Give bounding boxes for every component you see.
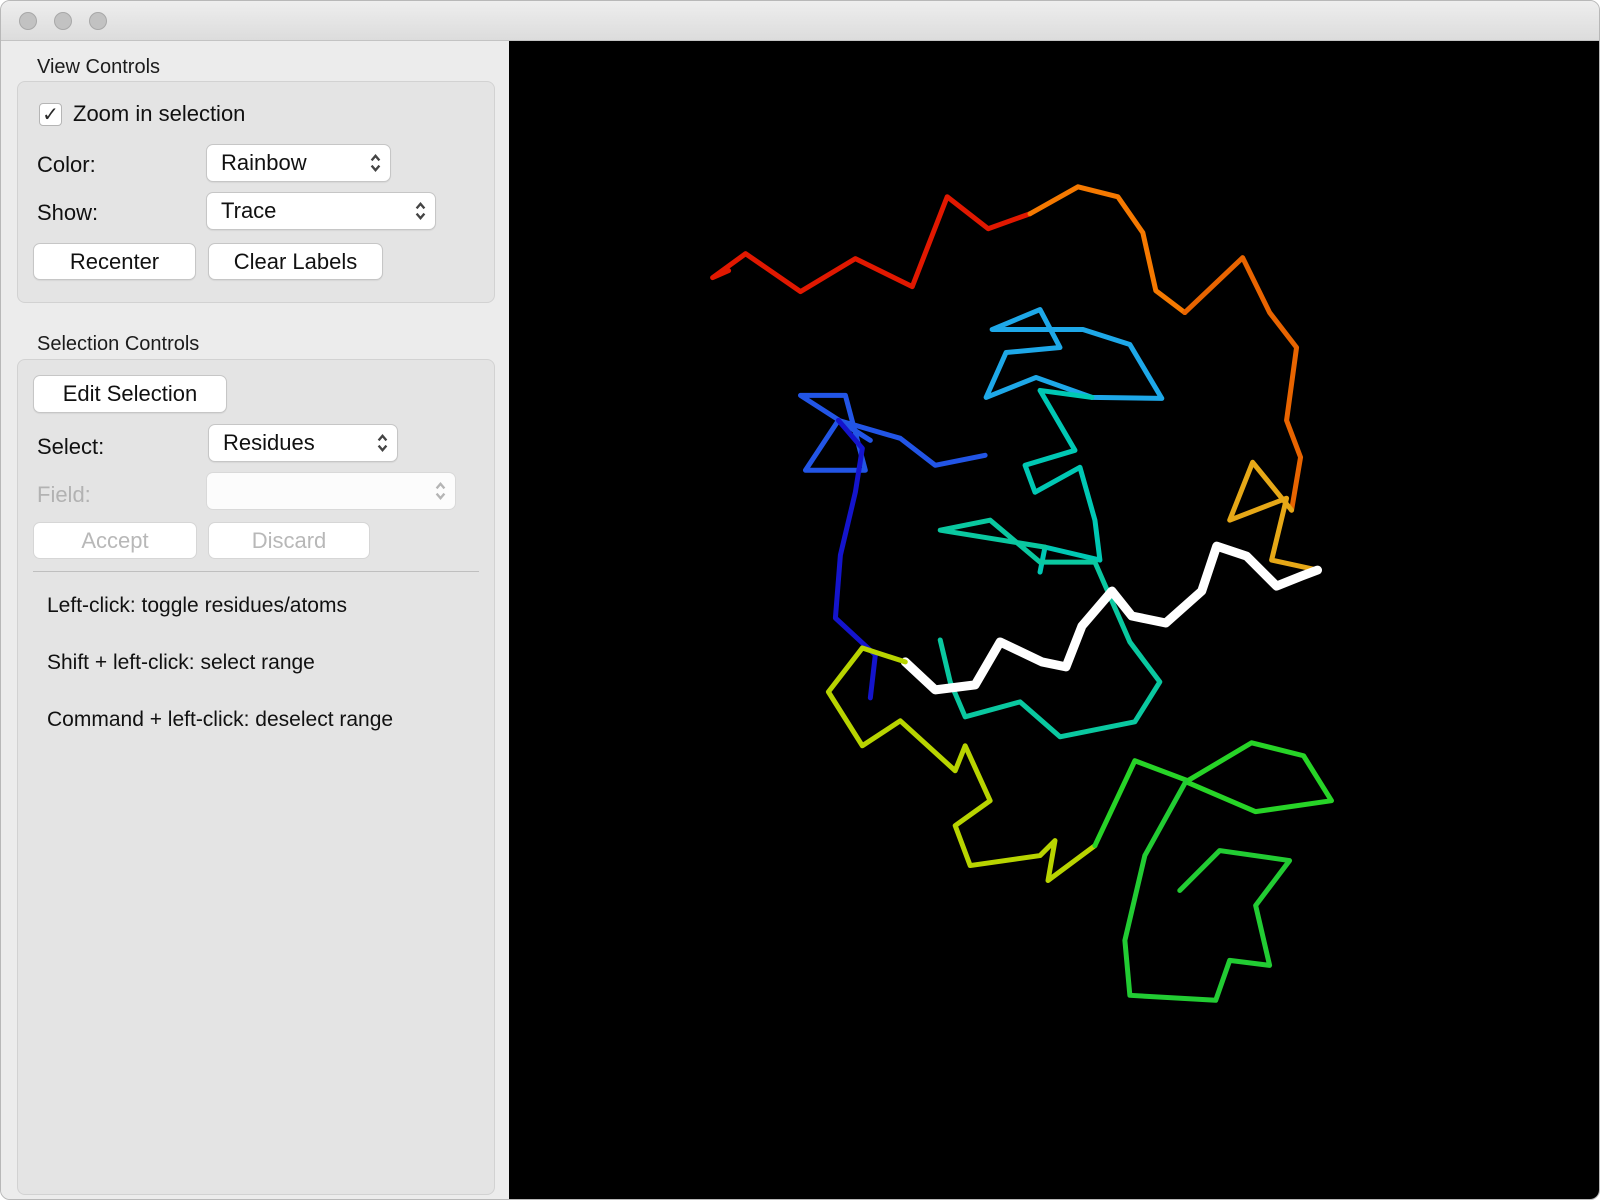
molecule-viewport[interactable]: [509, 41, 1599, 1199]
help-line-left-click: Left-click: toggle residues/atoms: [47, 594, 347, 617]
app-window: View Controls ✓ Zoom in selection Color:…: [0, 0, 1600, 1200]
selection-controls-label: Selection Controls: [37, 333, 200, 355]
color-select[interactable]: Rainbow: [206, 144, 391, 182]
show-select[interactable]: Trace: [206, 192, 436, 230]
color-label: Color:: [37, 152, 96, 177]
zoom-button[interactable]: [89, 12, 107, 30]
help-line-shift-click: Shift + left-click: select range: [47, 651, 315, 674]
select-label: Select:: [37, 434, 105, 459]
field-select: [206, 472, 456, 510]
accept-button: Accept: [33, 522, 197, 559]
edit-selection-button[interactable]: Edit Selection: [33, 375, 227, 413]
select-mode-select[interactable]: Residues: [208, 424, 398, 462]
divider: [33, 571, 479, 572]
chevron-up-down-icon: [415, 202, 426, 220]
discard-button: Discard: [208, 522, 370, 559]
minimize-button[interactable]: [54, 12, 72, 30]
chevron-up-down-icon: [377, 434, 388, 452]
trace-segment-orange[interactable]: [1027, 184, 1188, 316]
protein-trace-svg: [710, 184, 1334, 1003]
checkmark-icon: ✓: [42, 104, 59, 126]
clear-labels-button[interactable]: Clear Labels: [208, 243, 383, 280]
trace-segment-light-blue[interactable]: [983, 307, 1165, 401]
close-button[interactable]: [19, 12, 37, 30]
view-controls-label: View Controls: [37, 56, 161, 78]
trace-segment-teal-green[interactable]: [937, 517, 1163, 740]
sidebar: View Controls ✓ Zoom in selection Color:…: [1, 41, 509, 1199]
chevron-up-down-icon: [435, 482, 446, 500]
titlebar: [1, 1, 1599, 41]
trace-segment-green-lower[interactable]: [1122, 779, 1293, 1003]
zoom-selection-label: Zoom in selection: [73, 101, 246, 126]
trace-segment-blue[interactable]: [797, 392, 988, 473]
select-mode-value: Residues: [223, 430, 315, 455]
trace-segment-dark-orange[interactable]: [1182, 255, 1304, 513]
show-select-value: Trace: [221, 198, 277, 223]
trace-segment-green-upper[interactable]: [1092, 740, 1334, 849]
recenter-button[interactable]: Recenter: [33, 243, 196, 280]
field-label: Field:: [37, 482, 91, 507]
help-line-command-click: Command + left-click: deselect range: [47, 708, 394, 731]
trace-segment-white-selected[interactable]: [900, 541, 1323, 695]
trace-segment-red[interactable]: [710, 194, 1033, 295]
color-select-value: Rainbow: [221, 150, 307, 175]
show-label: Show:: [37, 200, 99, 225]
zoom-selection-checkbox[interactable]: ✓: [39, 103, 62, 126]
chevron-up-down-icon: [370, 154, 381, 172]
